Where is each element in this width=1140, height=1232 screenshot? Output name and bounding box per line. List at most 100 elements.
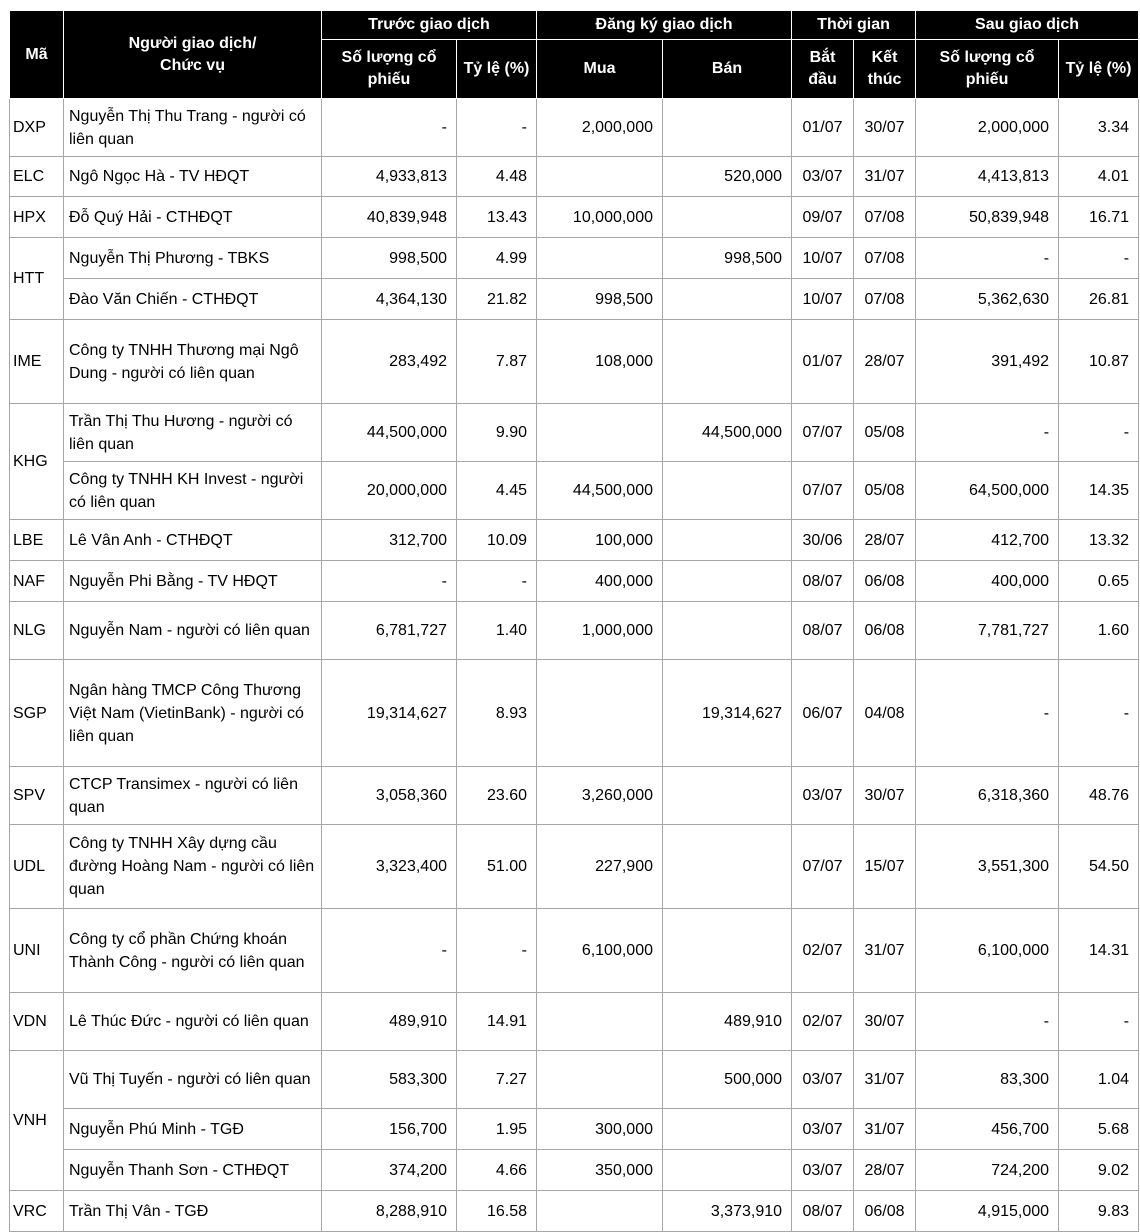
after-qty: - <box>915 237 1060 279</box>
table-row: KHG Trần Thị Thu Hương - người có liên qu… <box>9 403 1140 520</box>
trader-name: Ngân hàng TMCP Công Thương Việt Nam (Vie… <box>63 659 322 767</box>
after-pct: 9.83 <box>1058 1190 1140 1232</box>
end-date: 05/08 <box>853 461 917 520</box>
before-pct: 14.91 <box>456 992 537 1051</box>
sell-qty: 500,000 <box>661 1050 793 1109</box>
stock-code: DXP <box>9 98 64 157</box>
table-header: Mã Người giao dịch/ Chức vụ Trước giao d… <box>9 10 1140 99</box>
table-row: VNH Vũ Thị Tuyến - người có liên quan 583,… <box>9 1050 1140 1191</box>
sell-qty <box>661 278 793 320</box>
after-pct: 3.34 <box>1058 98 1140 157</box>
table-row: IME Công ty TNHH Thương mại Ngô Dung - ng… <box>9 319 1140 404</box>
header-before-pct: Tỷ lệ (%) <box>456 39 537 99</box>
after-qty: 64,500,000 <box>915 461 1060 520</box>
header-after-qty: Số lượng cổ phiếu <box>915 39 1060 99</box>
before-pct: 9.90 <box>456 403 537 462</box>
before-pct: 13.43 <box>456 196 537 238</box>
before-qty: 4,364,130 <box>321 278 457 320</box>
buy-qty <box>536 659 663 767</box>
start-date: 03/07 <box>791 1050 855 1109</box>
end-date: 07/08 <box>853 196 917 238</box>
stock-code: KHG <box>9 403 64 520</box>
header-truoc-giao-dich: Trước giao dịch <box>321 10 537 40</box>
after-qty: - <box>915 403 1060 462</box>
before-pct: 8.93 <box>456 659 537 767</box>
end-date: 28/07 <box>853 319 917 404</box>
before-qty: 40,839,948 <box>321 196 457 238</box>
start-date: 01/07 <box>791 98 855 157</box>
table-row: VDN Lê Thúc Đức - người có liên quan 489,9… <box>9 992 1140 1051</box>
start-date: 07/07 <box>791 824 855 909</box>
trader-name: Đỗ Quý Hải - CTHĐQT <box>63 196 322 238</box>
before-qty: 489,910 <box>321 992 457 1051</box>
trader-name: Nguyễn Nam - người có liên quan <box>63 601 322 660</box>
header-end: Kết thúc <box>853 39 917 99</box>
before-pct: - <box>456 560 537 602</box>
sell-qty <box>661 824 793 909</box>
stock-code: VNH <box>9 1050 64 1191</box>
before-pct: 16.58 <box>456 1190 537 1232</box>
after-qty: 412,700 <box>915 519 1060 561</box>
after-pct: 26.81 <box>1058 278 1140 320</box>
stock-code: NAF <box>9 560 64 602</box>
before-pct: 7.27 <box>456 1050 537 1109</box>
sell-qty: 44,500,000 <box>661 403 793 462</box>
before-qty: 3,323,400 <box>321 824 457 909</box>
trader-name: Lê Vân Anh - CTHĐQT <box>63 519 322 561</box>
after-pct: 13.32 <box>1058 519 1140 561</box>
before-qty: 6,781,727 <box>321 601 457 660</box>
before-pct: - <box>456 98 537 157</box>
sell-qty <box>661 98 793 157</box>
buy-qty <box>536 1190 663 1232</box>
end-date: 28/07 <box>853 1149 917 1191</box>
table-row: Đào Văn Chiến - CTHĐQT 4,364,130 21.82 998,… <box>10 278 1140 320</box>
before-pct: - <box>456 908 537 993</box>
after-pct: 14.31 <box>1058 908 1140 993</box>
before-pct: 1.95 <box>456 1108 537 1150</box>
end-date: 06/08 <box>853 1190 917 1232</box>
stock-code: UDL <box>9 824 64 909</box>
header-before-qty: Số lượng cổ phiếu <box>321 39 457 99</box>
header-buy: Mua <box>536 39 663 99</box>
table-row: Nguyễn Thanh Sơn - CTHĐQT 374,200 4.66 350,… <box>10 1149 1140 1191</box>
buy-qty: 400,000 <box>536 560 663 602</box>
after-qty: 4,915,000 <box>915 1190 1060 1232</box>
stock-code: HPX <box>9 196 64 238</box>
start-date: 02/07 <box>791 908 855 993</box>
buy-qty <box>536 1050 663 1109</box>
start-date: 07/07 <box>791 403 855 462</box>
table-row: UNI Công ty cổ phần Chứng khoán Thành Côn… <box>9 908 1140 993</box>
start-date: 03/07 <box>791 1149 855 1191</box>
stock-code: NLG <box>9 601 64 660</box>
start-date: 08/07 <box>791 560 855 602</box>
before-qty: - <box>321 908 457 993</box>
end-date: 31/07 <box>853 908 917 993</box>
after-pct: 0.65 <box>1058 560 1140 602</box>
before-qty: 583,300 <box>321 1050 457 1109</box>
after-qty: 724,200 <box>915 1149 1060 1191</box>
start-date: 09/07 <box>791 196 855 238</box>
after-pct: 48.76 <box>1058 766 1140 825</box>
buy-qty <box>536 156 663 197</box>
after-qty: 400,000 <box>915 560 1060 602</box>
stock-code: UNI <box>9 908 64 993</box>
before-qty: 8,288,910 <box>321 1190 457 1232</box>
end-date: 30/07 <box>853 766 917 825</box>
after-qty: 391,492 <box>915 319 1060 404</box>
after-pct: 10.87 <box>1058 319 1140 404</box>
sell-qty: 19,314,627 <box>661 659 793 767</box>
after-qty: 456,700 <box>915 1108 1060 1150</box>
trader-name: Ngô Ngọc Hà - TV HĐQT <box>63 156 322 197</box>
trader-name: Công ty cổ phần Chứng khoán Thành Công -… <box>63 908 322 993</box>
table-row: NLG Nguyễn Nam - người có liên quan 6,781,… <box>9 601 1140 660</box>
table-row: ELC Ngô Ngọc Hà - TV HĐQT 4,933,813 4.48 520… <box>9 156 1140 197</box>
after-pct: 54.50 <box>1058 824 1140 909</box>
sell-qty <box>661 908 793 993</box>
after-pct: - <box>1058 992 1140 1051</box>
buy-qty: 350,000 <box>536 1149 663 1191</box>
end-date: 07/08 <box>853 278 917 320</box>
trader-name: Vũ Thị Tuyến - người có liên quan <box>63 1050 322 1109</box>
insider-trading-table: Mã Người giao dịch/ Chức vụ Trước giao d… <box>9 10 1140 1232</box>
sell-qty: 520,000 <box>661 156 793 197</box>
buy-qty <box>536 237 663 279</box>
